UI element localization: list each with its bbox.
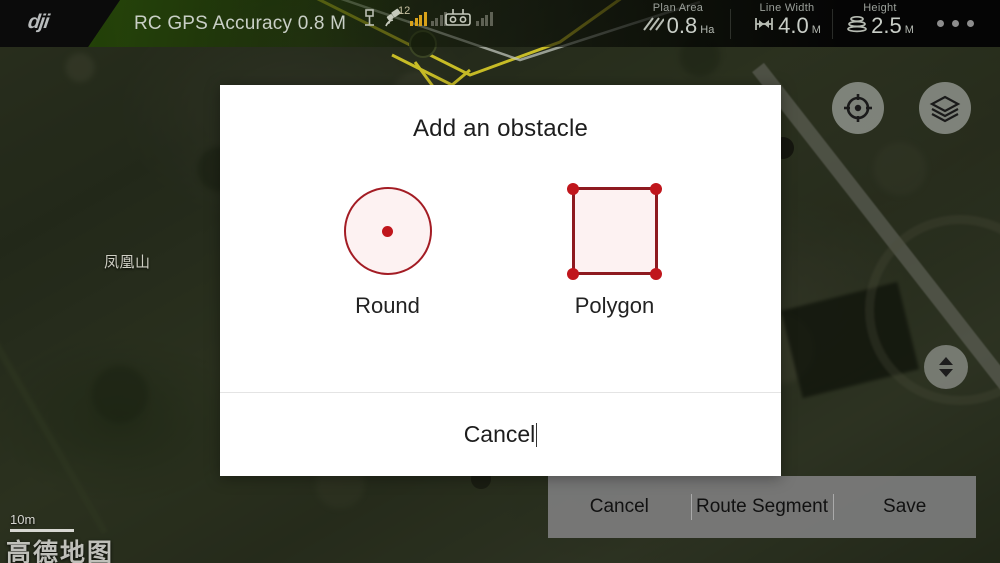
- map-attribution: 高德地图: [6, 538, 115, 563]
- plan-area-value: 0.8: [666, 13, 698, 38]
- remote-controller-status-group: [444, 8, 493, 28]
- height-value: 2.5: [871, 13, 902, 38]
- layers-icon: [929, 95, 961, 123]
- status-bar: dji RC GPS Accuracy 0.8 M 12 Plan Area 0…: [0, 0, 1000, 47]
- map-place-label: 凤凰山: [104, 254, 151, 271]
- satellite-count: 12: [398, 5, 411, 17]
- map-scale-bar: [10, 529, 74, 532]
- map-scale: 10m: [10, 512, 74, 532]
- satellite-signal-bars: [410, 10, 427, 26]
- polygon-node: [650, 182, 662, 195]
- toolbar-cancel-button[interactable]: Cancel: [548, 496, 691, 518]
- obstacle-option-polygon-label: Polygon: [574, 293, 655, 318]
- toolbar-save-button[interactable]: Save: [833, 496, 976, 518]
- telemetry-divider-1: [730, 9, 731, 39]
- rc-signal-bars: [476, 10, 493, 26]
- dialog-cancel-button[interactable]: Cancel: [220, 393, 781, 476]
- polygon-obstacle-icon: [567, 182, 662, 280]
- obstacle-option-round[interactable]: Round: [343, 187, 432, 319]
- telemetry-line-width: Line Width 4.0 M: [732, 2, 842, 37]
- line-width-unit: M: [811, 24, 821, 36]
- obstacle-type-options: Round Polygon: [220, 182, 781, 319]
- text-caret: [536, 422, 538, 447]
- polygon-node: [567, 182, 579, 195]
- dot: [967, 20, 974, 27]
- layers-button[interactable]: [919, 82, 971, 134]
- height-unit: M: [904, 24, 914, 36]
- toolbar-route-segment-button[interactable]: Route Segment: [691, 496, 834, 518]
- antenna-icon: [365, 9, 374, 26]
- dji-logo: dji: [26, 11, 50, 33]
- circle-center-node: [382, 225, 393, 237]
- remote-controller-icon: [445, 9, 471, 26]
- bottom-toolbar: Cancel Route Segment Save: [548, 476, 976, 538]
- up-down-arrows-icon: [939, 357, 953, 377]
- map-scale-label: 10m: [10, 512, 36, 527]
- telemetry-height: Height 2.5 M: [834, 2, 926, 37]
- more-options-icon[interactable]: [937, 20, 974, 27]
- polygon-node: [650, 267, 662, 280]
- obstacle-option-round-label: Round: [355, 293, 420, 318]
- line-width-value: 4.0: [778, 13, 809, 38]
- crosshair-icon: [844, 94, 872, 122]
- telemetry-divider-2: [832, 9, 833, 39]
- dialog-cancel-label: Cancel: [463, 421, 536, 447]
- obstacle-option-polygon[interactable]: Polygon: [567, 182, 662, 319]
- width-measure-icon: [755, 18, 774, 30]
- telemetry-plan-area: Plan Area 0.8 Ha: [620, 2, 736, 37]
- hatched-area-icon: [642, 17, 664, 31]
- locate-button[interactable]: [832, 82, 884, 134]
- polygon-node: [567, 267, 579, 280]
- add-obstacle-dialog: Add an obstacle Round Polygon Cancel: [220, 85, 781, 476]
- altitude-button[interactable]: [924, 345, 968, 389]
- gps-accuracy-text: RC GPS Accuracy 0.8 M: [134, 13, 347, 34]
- app-screen: 凤凰山 dji RC GPS Accuracy 0.8 M 12 Plan Ar…: [0, 0, 1000, 563]
- dot: [937, 20, 944, 27]
- plan-area-unit: Ha: [700, 24, 715, 36]
- altitude-layers-icon: [847, 15, 867, 33]
- dialog-title: Add an obstacle: [412, 115, 589, 142]
- circle-obstacle-icon: [343, 187, 432, 275]
- dot: [952, 20, 959, 27]
